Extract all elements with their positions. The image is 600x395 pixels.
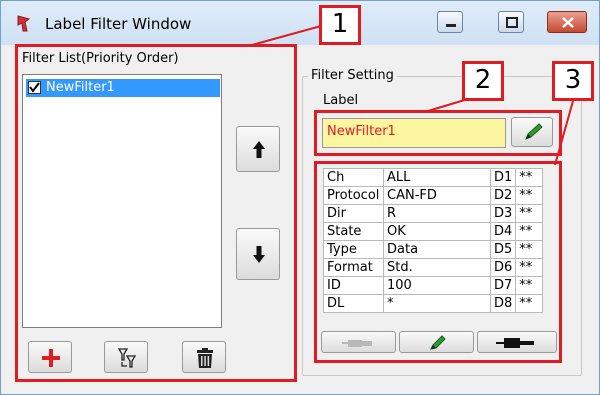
connector-icon: [496, 338, 534, 348]
minimize-button[interactable]: [437, 11, 463, 33]
callout-badge-3: 3: [552, 61, 594, 101]
table-row: Ch ALL D1 **: [323, 168, 544, 187]
filter-setting-table: Ch ALL D1 ** Protocol CAN-FD D2 ** Dir R D3 ** State…: [323, 168, 544, 313]
setting-value-cell[interactable]: Std.: [383, 258, 491, 277]
filter-listbox[interactable]: NewFilter1: [22, 74, 222, 328]
move-down-button[interactable]: [236, 228, 280, 280]
callout-badge-1: 1: [319, 5, 361, 45]
setting-value-cell[interactable]: R: [383, 204, 491, 223]
setting-key-cell: State: [323, 222, 384, 241]
data-byte-value-cell[interactable]: **: [515, 168, 544, 187]
setting-value-cell[interactable]: *: [383, 294, 491, 313]
table-row: ID 100 D7 **: [323, 276, 544, 295]
window-title: Label Filter Window: [45, 15, 192, 33]
data-byte-value-cell[interactable]: **: [515, 258, 544, 277]
edit-label-button[interactable]: [511, 117, 553, 147]
delete-filter-button[interactable]: [182, 341, 226, 373]
data-byte-key-cell: D8: [489, 294, 517, 313]
connect-button[interactable]: [477, 331, 557, 353]
callout-line-3: [554, 100, 574, 166]
setting-key-cell: Ch: [323, 168, 384, 187]
close-icon: [562, 17, 574, 28]
arrow-up-icon: [253, 141, 265, 158]
table-row: DL * D8 **: [323, 294, 544, 313]
data-byte-value-cell[interactable]: **: [515, 276, 544, 295]
pencil-icon: [525, 123, 543, 140]
callout-badge-2: 2: [462, 61, 504, 101]
setting-key-cell: ID: [323, 276, 384, 295]
table-row: Format Std. D6 **: [323, 258, 544, 277]
data-byte-key-cell: D7: [489, 276, 517, 295]
data-byte-value-cell[interactable]: **: [515, 222, 544, 241]
data-byte-key-cell: D1: [489, 168, 517, 187]
setting-value-cell[interactable]: OK: [383, 222, 491, 241]
maximize-button[interactable]: [498, 11, 524, 33]
callout-line-1: [251, 25, 322, 46]
setting-value-cell[interactable]: 100: [383, 276, 491, 295]
setting-key-cell: Type: [323, 240, 384, 259]
maximize-icon: [506, 17, 518, 28]
close-button[interactable]: [547, 11, 587, 33]
table-row: Dir R D3 **: [323, 204, 544, 223]
data-byte-value-cell[interactable]: **: [515, 294, 544, 313]
label-caption: Label: [323, 93, 359, 108]
callout-line-2: [427, 98, 469, 112]
filter-enable-checkbox[interactable]: [28, 81, 41, 94]
data-byte-key-cell: D3: [489, 204, 517, 223]
check-icon: [29, 82, 40, 93]
data-byte-key-cell: D5: [489, 240, 517, 259]
data-byte-value-cell[interactable]: **: [515, 186, 544, 205]
label-filter-window: Label Filter Window 1 Filter List(Priori…: [0, 0, 600, 395]
filter-setting-heading: Filter Setting: [308, 68, 397, 83]
table-row: Type Data D5 **: [323, 240, 544, 259]
data-byte-value-cell[interactable]: **: [515, 240, 544, 259]
data-byte-key-cell: D2: [489, 186, 517, 205]
filter-sort-icon: [117, 348, 137, 368]
trash-icon: [197, 348, 213, 368]
data-byte-key-cell: D6: [489, 258, 517, 277]
setting-key-cell: DL: [323, 294, 384, 313]
pencil-icon: [430, 335, 446, 350]
filter-list-heading: Filter List(Priority Order): [22, 51, 179, 66]
sort-filter-button[interactable]: [104, 341, 148, 373]
plug-icon: [342, 340, 372, 347]
minimize-icon: [446, 24, 456, 27]
add-filter-button[interactable]: [28, 341, 72, 373]
setting-value-cell[interactable]: ALL: [383, 168, 491, 187]
move-up-button[interactable]: [236, 126, 280, 172]
app-icon: [15, 13, 37, 35]
connect-disabled-button[interactable]: [321, 331, 396, 353]
table-row: State OK D4 **: [323, 222, 544, 241]
table-row: Protocol CAN-FD D2 **: [323, 186, 544, 205]
setting-value-cell[interactable]: CAN-FD: [383, 186, 491, 205]
setting-key-cell: Format: [323, 258, 384, 277]
setting-value-cell[interactable]: Data: [383, 240, 491, 259]
label-input[interactable]: NewFilter1: [322, 118, 506, 148]
list-item[interactable]: NewFilter1: [26, 79, 220, 97]
edit-setting-button[interactable]: [399, 331, 474, 353]
data-byte-key-cell: D4: [489, 222, 517, 241]
plus-icon: [42, 349, 60, 367]
setting-key-cell: Dir: [323, 204, 384, 223]
setting-key-cell: Protocol: [323, 186, 384, 205]
filter-item-label: NewFilter1: [46, 80, 115, 95]
arrow-down-icon: [253, 246, 265, 263]
data-byte-value-cell[interactable]: **: [515, 204, 544, 223]
